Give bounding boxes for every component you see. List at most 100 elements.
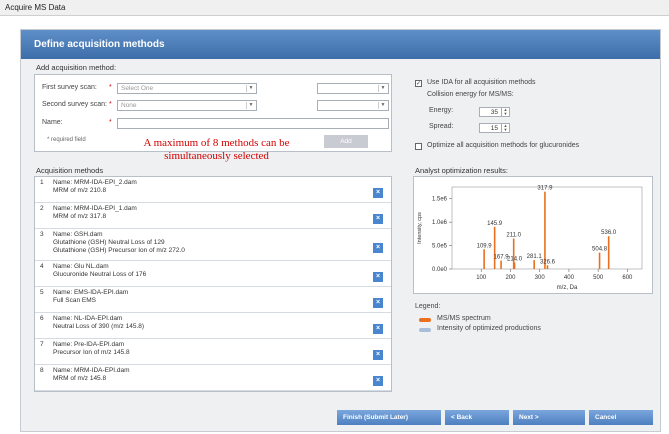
- legend-swatch-optimized: [419, 328, 431, 332]
- method-name: Name: MRM-IDA-EPI_2.dam: [53, 179, 137, 186]
- method-row[interactable]: 3 Name: GSH.dam Glutathione (GSH) Neutral …: [35, 229, 391, 261]
- spread-label: Spread:: [429, 123, 454, 130]
- method-number: 1: [40, 179, 44, 186]
- first-survey-label: First survey scan:: [42, 84, 97, 91]
- method-description: MRM of m/z 210.8: [53, 187, 107, 194]
- wizard-header: Define acquisition methods: [21, 30, 660, 59]
- energy-value: 35: [490, 109, 498, 116]
- add-button[interactable]: Add: [324, 135, 368, 148]
- method-details: Name: Pre-IDA-EPI.dam Precursor Ion of m/…: [53, 341, 130, 357]
- chart-panel: 0.0e0 5.0e5 1.0e6 1.5e6 100 200 300 400 500 600 m/…: [413, 176, 653, 294]
- add-section-title: Add acquisition method:: [36, 63, 117, 72]
- delete-method-icon[interactable]: ×: [373, 350, 383, 360]
- next-button[interactable]: Next >: [513, 410, 585, 425]
- required-marker: *: [109, 119, 112, 126]
- method-number: 4: [40, 263, 44, 270]
- method-row[interactable]: 4 Name: Glu NL.dam Glucuronide Neutral Los…: [35, 261, 391, 287]
- peak-label: 211.0: [506, 233, 521, 239]
- first-survey-select[interactable]: Select One ▼: [117, 83, 257, 94]
- delete-method-icon[interactable]: ×: [373, 376, 383, 386]
- chevron-down-icon: ▼: [378, 85, 387, 92]
- method-number: 6: [40, 315, 44, 322]
- spinner-arrows-icon[interactable]: ▲ ▼: [501, 124, 509, 132]
- first-survey-secondary-select[interactable]: ▼: [317, 83, 389, 94]
- delete-method-icon[interactable]: ×: [373, 324, 383, 334]
- method-row[interactable]: 5 Name: EMS-IDA-EPI.dam Full Scan EMS ×: [35, 287, 391, 313]
- peak-label: 326.6: [540, 259, 556, 265]
- method-row[interactable]: 7 Name: Pre-IDA-EPI.dam Precursor Ion of m…: [35, 339, 391, 365]
- method-details: Name: MRM-IDA-EPI_2.dam MRM of m/z 210.8: [53, 179, 137, 195]
- required-marker: *: [109, 84, 112, 91]
- y-axis-label: Intensity, cps: [417, 212, 423, 244]
- delete-method-icon[interactable]: ×: [373, 272, 383, 282]
- y-tick-label: 5.0e5: [432, 244, 448, 250]
- finish-button[interactable]: Finish (Submit Later): [337, 410, 441, 425]
- spectrum-chart: 0.0e0 5.0e5 1.0e6 1.5e6 100 200 300 400 500 600 m/…: [417, 186, 643, 291]
- use-ida-checkbox[interactable]: ✓: [415, 80, 422, 87]
- spread-value: 15: [490, 125, 498, 132]
- chevron-down-icon: ▼: [378, 102, 387, 109]
- method-number: 5: [40, 289, 44, 296]
- peak-label: 214.0: [507, 256, 523, 262]
- plot-area: [451, 186, 643, 270]
- method-details: Name: MRM-IDA-EPI.dam MRM of m/z 145.8: [53, 367, 130, 383]
- peak-label: 109.9: [477, 243, 493, 249]
- back-button[interactable]: < Back: [445, 410, 509, 425]
- method-name: Name: EMS-IDA-EPI.dam: [53, 289, 129, 296]
- energy-spinner[interactable]: 35 ▲ ▼: [479, 107, 510, 117]
- method-description: Neutral Loss of 390 (m/z 145.8): [53, 323, 145, 330]
- x-tick-label: 600: [622, 275, 633, 281]
- spinner-arrows-icon[interactable]: ▲ ▼: [501, 108, 509, 116]
- method-description: Precursor Ion of m/z 145.8: [53, 349, 130, 356]
- x-tick-label: 300: [535, 275, 546, 281]
- max-methods-note: A maximum of 8 methods can be simultaneo…: [143, 137, 290, 162]
- delete-method-icon[interactable]: ×: [373, 188, 383, 198]
- required-marker: *: [109, 101, 112, 108]
- method-description: Glutathione (GSH) Precursor Ion of m/z 2…: [53, 247, 185, 254]
- peak-label: 317.9: [537, 186, 553, 192]
- method-row[interactable]: 2 Name: MRM-IDA-EPI_1.dam MRM of m/z 317.8…: [35, 203, 391, 229]
- collision-energy-label: Collision energy for MS/MS:: [427, 91, 514, 98]
- method-description: Full Scan EMS: [53, 297, 96, 304]
- method-name: Name: Pre-IDA-EPI.dam: [53, 341, 125, 348]
- method-description: Glucuronide Neutral Loss of 176: [53, 271, 147, 278]
- page-title: Define acquisition methods: [34, 39, 165, 50]
- check-icon: ✓: [416, 81, 422, 87]
- delete-method-icon[interactable]: ×: [373, 243, 383, 253]
- cancel-button[interactable]: Cancel: [589, 410, 653, 425]
- optimize-glucuronides-checkbox[interactable]: [415, 143, 422, 150]
- delete-method-icon[interactable]: ×: [373, 298, 383, 308]
- method-details: Name: NL-IDA-EPI.dam Neutral Loss of 390 …: [53, 315, 144, 331]
- second-survey-select[interactable]: None ▼: [117, 100, 257, 111]
- method-number: 3: [40, 231, 44, 238]
- required-field-note: * required field: [47, 137, 86, 143]
- name-label: Name:: [42, 119, 63, 126]
- x-axis-label: m/z, Da: [557, 285, 578, 291]
- method-description: MRM of m/z 145.8: [53, 375, 107, 382]
- peak-label: 536.0: [601, 230, 617, 236]
- method-name-input[interactable]: [117, 118, 389, 129]
- spread-spinner[interactable]: 15 ▲ ▼: [479, 123, 510, 133]
- legend-label-msms: MS/MS spectrum: [437, 315, 491, 322]
- chevron-down-icon: ▼: [246, 85, 255, 92]
- legend-label-optimized: Intensity of optimized productions: [437, 325, 541, 332]
- method-details: Name: EMS-IDA-EPI.dam Full Scan EMS: [53, 289, 128, 305]
- y-tick-label: 1.0e6: [432, 220, 448, 226]
- first-survey-value: Select One: [121, 85, 154, 92]
- method-row[interactable]: 1 Name: MRM-IDA-EPI_2.dam MRM of m/z 210.8…: [35, 177, 391, 203]
- legend-title: Legend:: [415, 303, 441, 310]
- method-row[interactable]: 6 Name: NL-IDA-EPI.dam Neutral Loss of 390…: [35, 313, 391, 339]
- method-details: Name: Glu NL.dam Glucuronide Neutral Loss…: [53, 263, 146, 279]
- method-description: MRM of m/z 317.8: [53, 213, 107, 220]
- window-titlebar: Acquire MS Data: [0, 0, 669, 16]
- method-name: Name: MRM-IDA-EPI_1.dam: [53, 205, 137, 212]
- y-tick-label: 1.5e6: [432, 197, 448, 203]
- delete-method-icon[interactable]: ×: [373, 214, 383, 224]
- window-title: Acquire MS Data: [5, 3, 66, 12]
- method-details: Name: MRM-IDA-EPI_1.dam MRM of m/z 317.8: [53, 205, 137, 221]
- second-survey-secondary-select[interactable]: ▼: [317, 100, 389, 111]
- method-number: 8: [40, 367, 44, 374]
- method-row[interactable]: 8 Name: MRM-IDA-EPI.dam MRM of m/z 145.8 ×: [35, 365, 391, 391]
- method-name: Name: MRM-IDA-EPI.dam: [53, 367, 130, 374]
- method-number: 7: [40, 341, 44, 348]
